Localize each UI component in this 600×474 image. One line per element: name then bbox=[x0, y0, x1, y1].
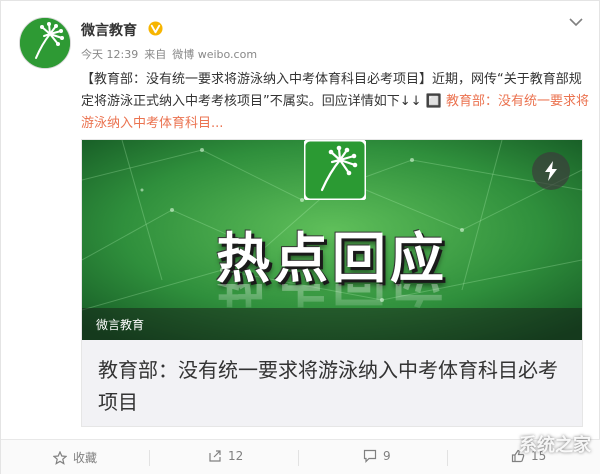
divider bbox=[447, 450, 448, 466]
banner-footer: 微言教育 bbox=[82, 308, 582, 340]
comment-button[interactable]: 9 bbox=[363, 449, 391, 463]
source-prefix: 来自 bbox=[144, 48, 167, 61]
banner-logo bbox=[304, 140, 366, 200]
repost-count: 12 bbox=[228, 449, 244, 463]
username[interactable]: 微言教育 bbox=[81, 20, 137, 40]
banner-footer-label: 微言教育 bbox=[96, 318, 145, 332]
favorite-label: 收藏 bbox=[73, 451, 98, 465]
bolt-icon bbox=[545, 161, 557, 181]
banner-title: 热点回应 bbox=[216, 227, 448, 290]
avatar[interactable] bbox=[19, 17, 71, 69]
post-meta: 今天 12:39 来自 微博 weibo.com bbox=[81, 46, 263, 62]
watermark: 系统之家 bbox=[519, 435, 591, 456]
post-time[interactable]: 今天 12:39 bbox=[81, 48, 138, 61]
comment-icon bbox=[363, 449, 377, 463]
post-source[interactable]: 微博 weibo.com bbox=[172, 48, 257, 61]
divider bbox=[149, 450, 150, 466]
comment-count: 9 bbox=[383, 449, 391, 463]
repost-button[interactable]: 12 bbox=[208, 449, 243, 463]
link-card[interactable]: 热点回应 热点回应 微言教育 教育部：没有统一要求将游泳纳入中考体育科目必考项目 bbox=[81, 139, 583, 427]
card-banner[interactable]: 热点回应 热点回应 微言教育 bbox=[82, 140, 582, 340]
post-text: 【教育部：没有统一要求将游泳纳入中考体育科目必考项目】近期，网传“关于教育部规定… bbox=[81, 69, 589, 135]
verified-icon bbox=[148, 21, 163, 36]
action-bar: 收藏 12 9 15 bbox=[1, 439, 600, 474]
bolt-button[interactable] bbox=[532, 152, 570, 190]
divider bbox=[298, 450, 299, 466]
favorite-button[interactable]: 收藏 bbox=[52, 449, 98, 466]
chevron-down-icon[interactable] bbox=[569, 17, 583, 27]
weibo-post: 微言教育 今天 12:39 来自 微博 weibo.com 【教育部：没有统一要求将… bbox=[0, 0, 600, 474]
repost-icon bbox=[209, 450, 221, 462]
card-title[interactable]: 教育部：没有统一要求将游泳纳入中考体育科目必考项目 bbox=[98, 354, 568, 418]
star-icon bbox=[52, 450, 68, 465]
